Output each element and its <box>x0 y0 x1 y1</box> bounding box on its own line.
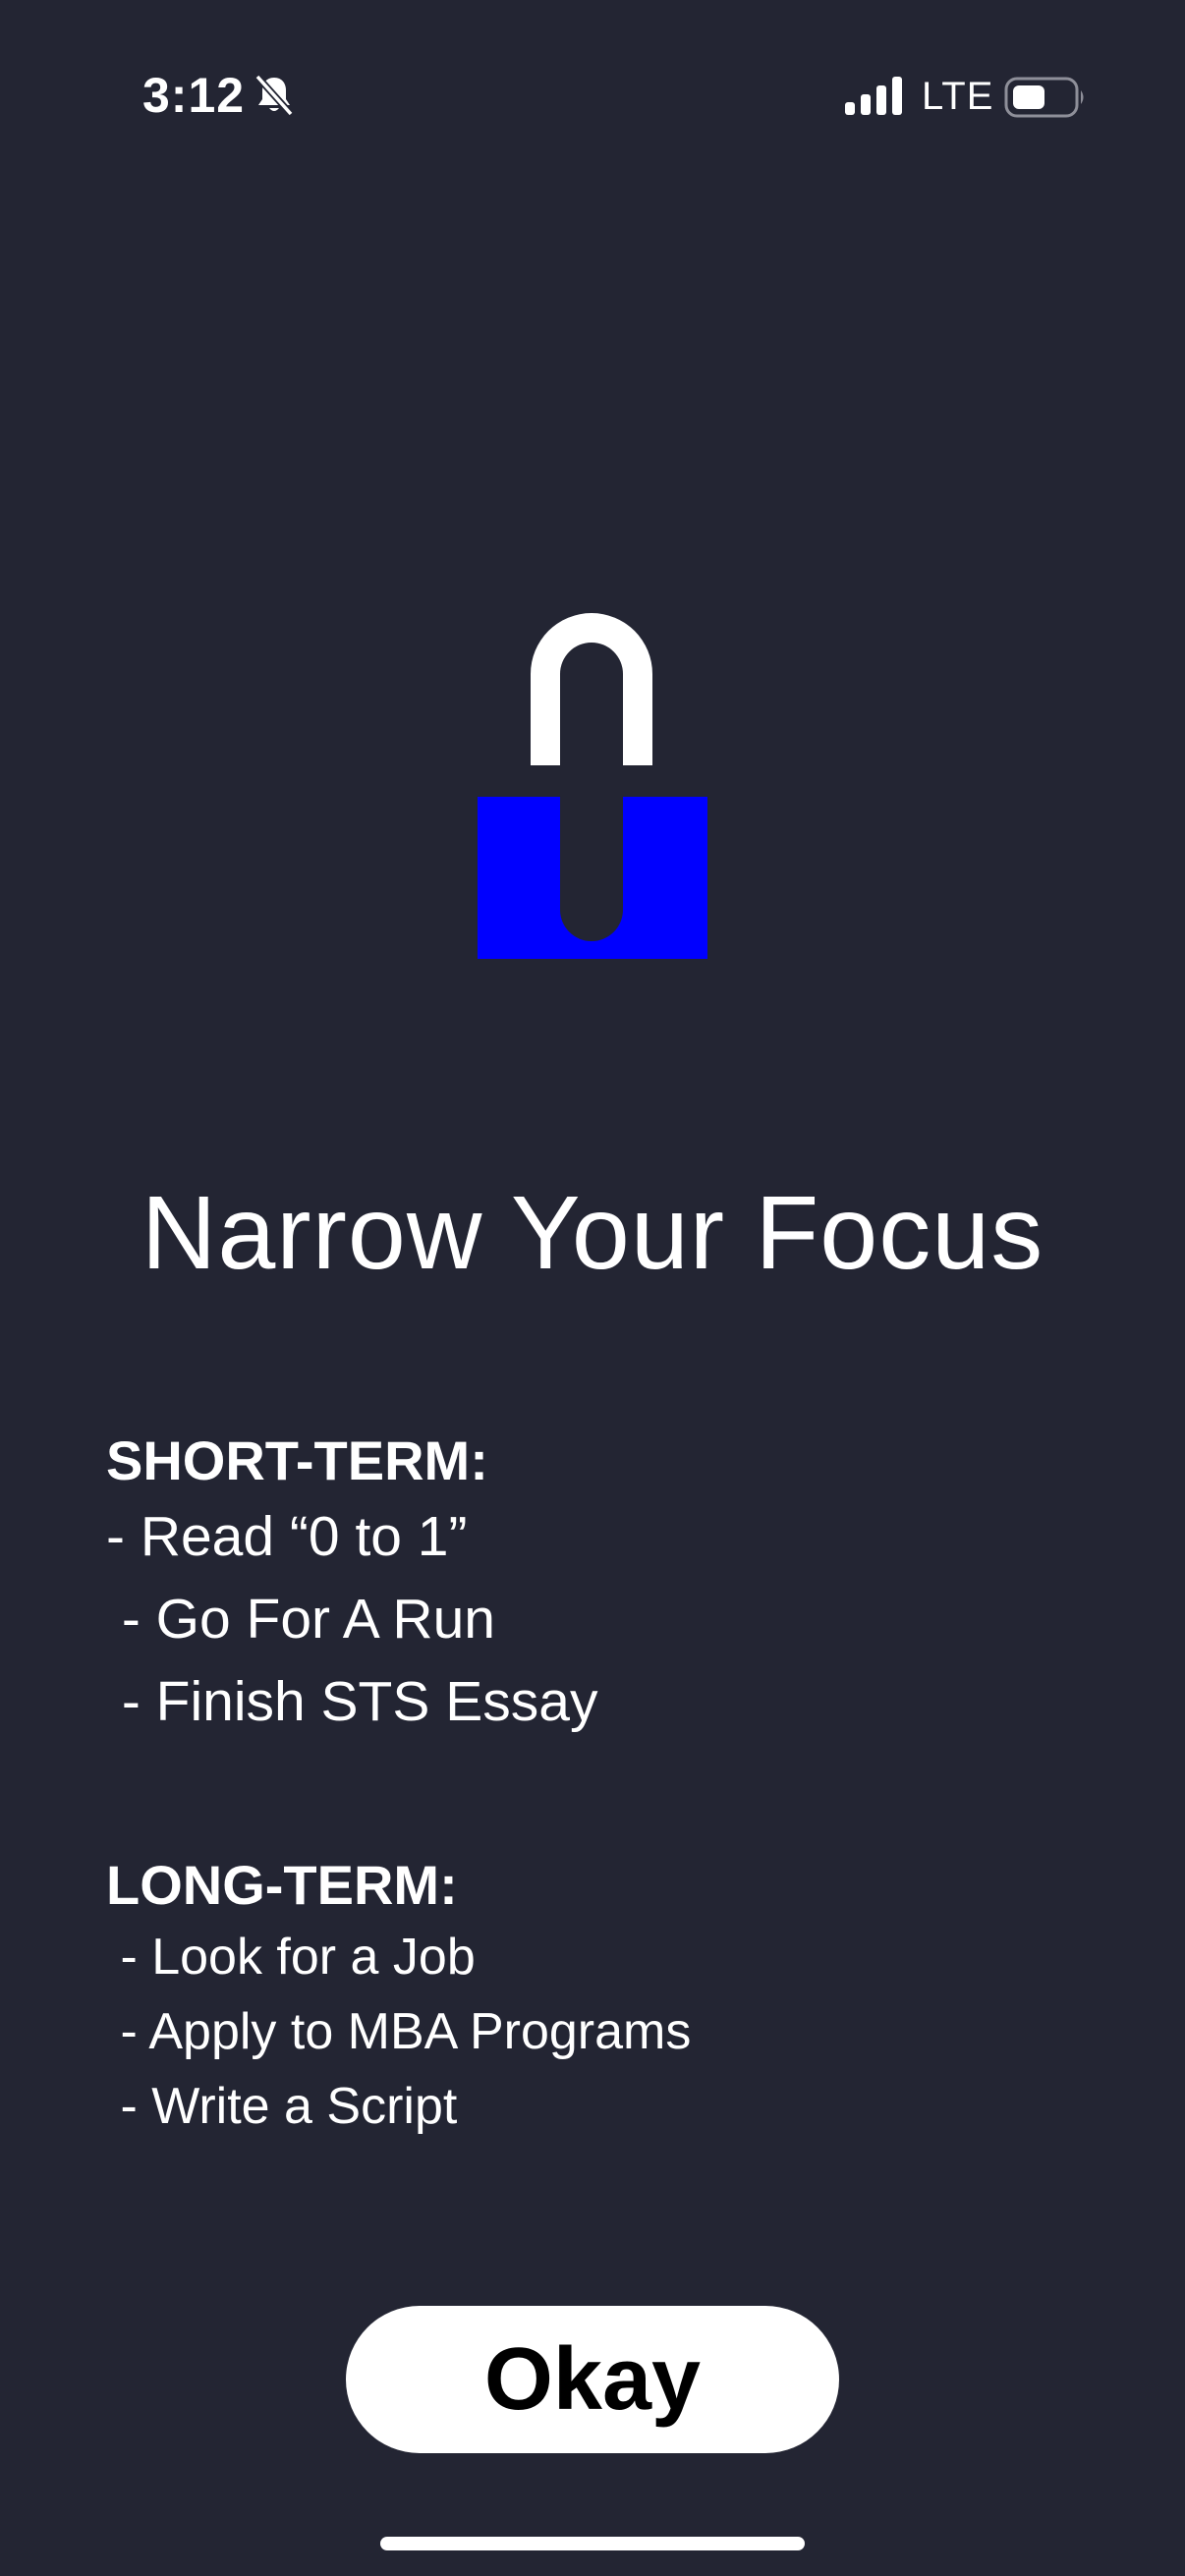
cellular-signal-icon <box>845 77 902 115</box>
bell-slash-icon <box>254 74 294 117</box>
short-term-item: - Finish STS Essay <box>106 1670 598 1733</box>
short-term-section: SHORT-TERM: - Read “0 to 1” - Go For A R… <box>106 1427 1089 1743</box>
page-title: Narrow Your Focus <box>141 1175 1044 1291</box>
long-term-item: - Apply to MBA Programs <box>106 2003 692 2060</box>
long-term-section: LONG-TERM: - Look for a Job - Apply to M… <box>106 1851 1089 2144</box>
long-term-heading: LONG-TERM: <box>106 1854 458 1916</box>
short-term-heading: SHORT-TERM: <box>106 1429 488 1491</box>
short-term-item: - Go For A Run <box>106 1588 495 1651</box>
padlock-icon <box>478 613 707 959</box>
okay-button[interactable]: Okay <box>346 2306 839 2453</box>
network-type: LTE <box>922 75 994 118</box>
status-time: 3:12 <box>142 68 246 123</box>
short-term-item: - Read “0 to 1” <box>106 1505 468 1568</box>
battery-icon <box>1004 77 1084 118</box>
home-indicator[interactable] <box>380 2537 805 2550</box>
long-term-item: - Write a Script <box>106 2078 458 2135</box>
status-bar: 3:12 LTE <box>0 0 1185 196</box>
long-term-item: - Look for a Job <box>106 1929 476 1986</box>
